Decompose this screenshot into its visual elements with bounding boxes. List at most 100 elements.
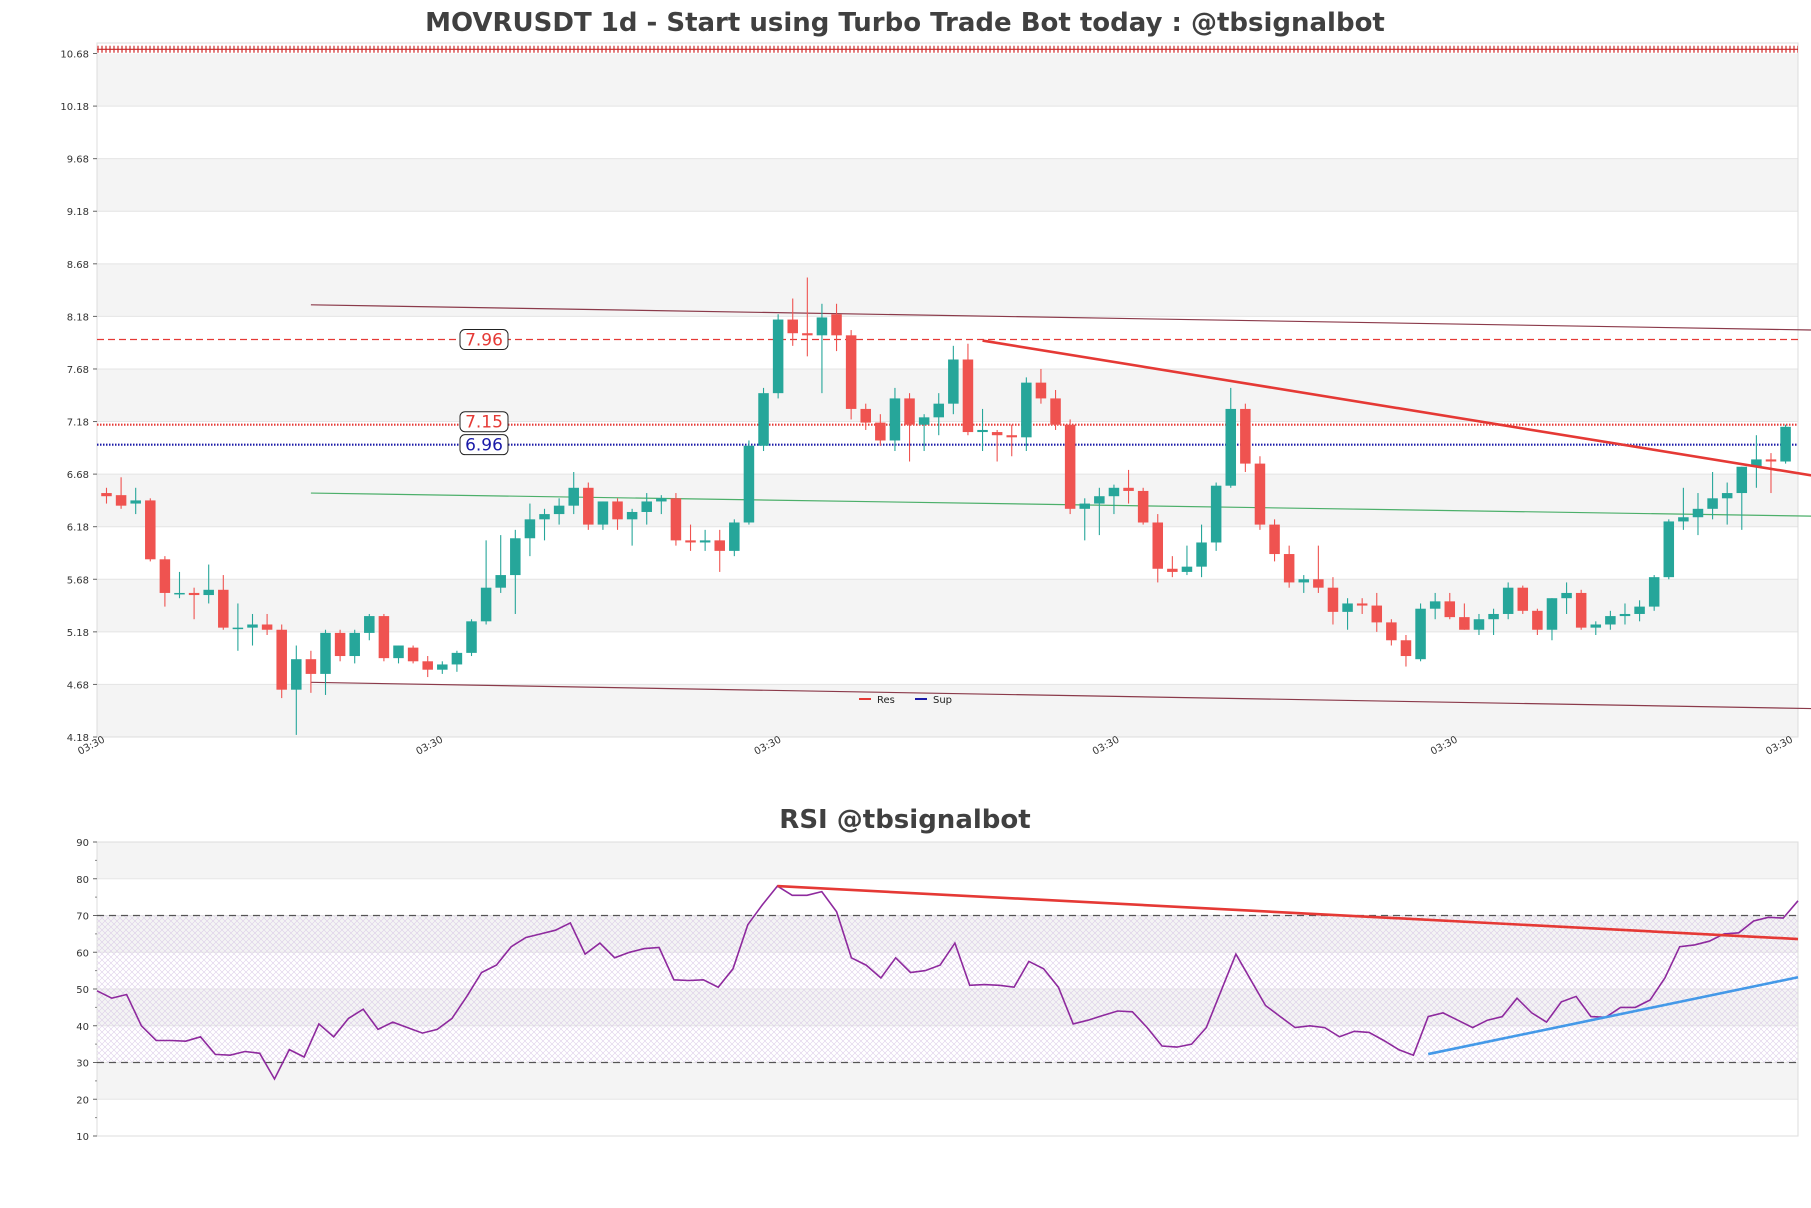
candle-body xyxy=(816,317,828,336)
candle xyxy=(1517,585,1529,614)
candle xyxy=(743,440,755,525)
candle-body xyxy=(743,445,755,523)
candle-body xyxy=(1094,496,1105,504)
price-y-tick-label: 4.68 xyxy=(67,680,89,691)
candle xyxy=(1313,545,1324,593)
candle-body xyxy=(378,616,390,659)
candle-body xyxy=(1400,640,1412,657)
candle-body xyxy=(1298,579,1310,583)
candle-body xyxy=(1050,398,1061,425)
price-x-tick-label: 03:30 xyxy=(414,734,445,757)
rsi-y-axis: 10 20 30 40 50 60 70 80 90 xyxy=(76,838,97,1143)
candle xyxy=(670,493,682,546)
candle-body xyxy=(524,519,536,539)
candle xyxy=(407,645,419,664)
candle-body xyxy=(948,359,959,404)
candle-body xyxy=(626,511,638,520)
candle-body xyxy=(991,432,1003,436)
price-y-tick-label: 5.18 xyxy=(67,628,89,639)
price-chart-title: MOVRUSDT 1d - Start using Turbo Trade Bo… xyxy=(425,8,1385,38)
level-label-text: 6.96 xyxy=(465,436,503,456)
candle-body xyxy=(802,333,813,336)
price-y-axis: 4.184.685.185.686.186.687.187.688.188.68… xyxy=(60,50,97,744)
candle-body xyxy=(962,359,974,433)
price-y-tick-label: 9.68 xyxy=(67,155,89,166)
candle-body xyxy=(641,501,652,512)
rsi-grid-bands xyxy=(97,842,1798,1137)
candle-body xyxy=(1386,622,1397,641)
candle-body xyxy=(145,500,156,560)
candle-body xyxy=(1123,487,1134,491)
candle-body xyxy=(685,540,696,543)
price-x-tick-label: 03:30 xyxy=(1429,734,1460,757)
legend-label: Sup xyxy=(933,695,952,706)
candle xyxy=(422,656,433,678)
rsi-chart-title: RSI @tbsignalbot xyxy=(779,805,1030,835)
price-y-tick-label: 10.18 xyxy=(60,102,89,113)
candle-body xyxy=(1108,487,1120,497)
price-x-tick-label: 03:30 xyxy=(753,734,784,757)
candle-body xyxy=(597,501,609,525)
price-y-tick-label: 9.18 xyxy=(67,207,89,218)
price-y-tick-label: 6.18 xyxy=(67,523,89,534)
candle-body xyxy=(480,587,492,622)
candle-body xyxy=(1064,424,1076,509)
candle-body xyxy=(1605,616,1616,625)
candle xyxy=(583,482,594,530)
candle-body xyxy=(568,487,579,506)
candle-body xyxy=(188,592,200,596)
candle-body xyxy=(115,495,127,506)
candle xyxy=(1663,519,1675,580)
level-label-7.96: 7.96 xyxy=(459,329,509,351)
candle-body xyxy=(1371,605,1383,623)
level-label-7.15: 7.15 xyxy=(459,411,509,433)
candle-body xyxy=(1634,606,1645,614)
candle xyxy=(276,624,287,699)
price-y-tick-label: 5.68 xyxy=(67,575,89,586)
candle-body xyxy=(729,522,740,551)
candle xyxy=(437,661,448,674)
candle-body xyxy=(1327,587,1339,612)
candle-body xyxy=(1356,603,1368,606)
price-grid-band xyxy=(97,368,1798,422)
candle xyxy=(1064,419,1076,515)
candle-body xyxy=(1444,601,1456,618)
rsi-y-tick-label: 10 xyxy=(76,1132,89,1143)
candle-body xyxy=(261,624,273,630)
candle xyxy=(758,387,769,451)
candle-body xyxy=(787,319,798,334)
candle-body xyxy=(1736,466,1748,494)
candle-body xyxy=(407,647,419,662)
candle-body xyxy=(1167,568,1178,572)
candle-body xyxy=(772,319,784,394)
candle-body xyxy=(495,575,506,588)
candle-body xyxy=(656,498,667,502)
candle-body xyxy=(1502,587,1514,614)
candle-body xyxy=(1473,619,1485,630)
candle-body xyxy=(232,627,244,630)
rsi-grid-band xyxy=(97,1062,1798,1100)
candle xyxy=(364,613,375,641)
candle-body xyxy=(904,398,915,425)
rsi-y-tick-label: 40 xyxy=(76,1022,89,1033)
price-x-axis: 03:30 03:30 03:30 03:30 03:30 03:30 xyxy=(76,734,1795,757)
level-label-6.96: 6.96 xyxy=(459,434,509,456)
candle-body xyxy=(1663,521,1675,578)
candle-body xyxy=(159,559,171,593)
candle-body xyxy=(1721,493,1733,499)
candle-body xyxy=(422,661,433,670)
candle xyxy=(378,613,390,662)
candle xyxy=(334,629,346,662)
price-y-tick-label: 8.68 xyxy=(67,260,89,271)
candle-body xyxy=(305,659,317,674)
candle-body xyxy=(1590,624,1602,628)
rsi-hatch-band xyxy=(97,915,1798,1063)
legend-label: Res xyxy=(877,695,895,706)
candle-body xyxy=(1459,617,1470,630)
candle-body xyxy=(320,632,331,674)
candle-body xyxy=(1313,579,1324,588)
candle-body xyxy=(291,659,302,690)
level-label-text: 7.15 xyxy=(465,413,503,433)
candle-body xyxy=(1678,517,1689,522)
candle-body xyxy=(510,538,521,576)
